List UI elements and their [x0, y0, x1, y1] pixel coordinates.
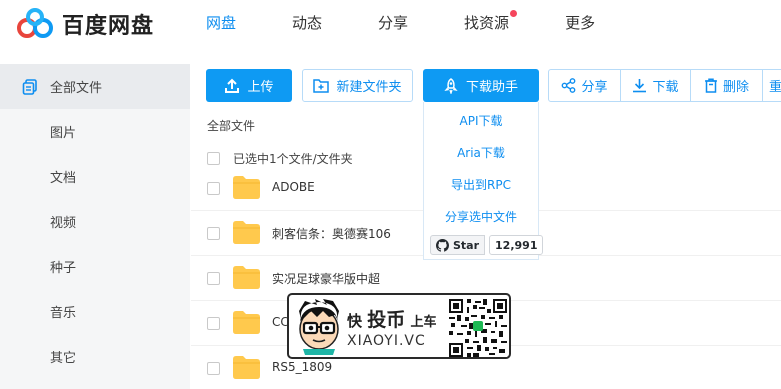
share-icon [562, 78, 576, 93]
folder-icon [233, 356, 260, 379]
app-title: 百度网盘 [62, 14, 155, 39]
sidebar: 全部文件 图片 文档 视频 种子 音乐 其它 [0, 64, 190, 389]
row-checkbox[interactable] [207, 272, 220, 285]
row-checkbox[interactable] [207, 317, 220, 330]
rocket-icon [444, 77, 458, 94]
nav-item-feed[interactable]: 动态 [292, 0, 322, 48]
sidebar-item-label: 视频 [50, 216, 77, 231]
sidebar-item-label: 音乐 [50, 306, 77, 321]
share-label: 分享 [581, 80, 608, 95]
main-nav: 网盘 动态 分享 找资源 更多 [206, 0, 651, 48]
menu-item-api-download[interactable]: API下载 [424, 112, 538, 129]
watermark-slogan-c: 上车 [410, 315, 437, 330]
folder-icon [233, 266, 260, 289]
watermark-site: XIAOYI.VC [347, 333, 426, 349]
github-star-label: Star [453, 238, 480, 252]
delete-button[interactable]: 删除 [691, 70, 763, 101]
list-header: 已选中1个文件/文件夹 [207, 148, 353, 168]
upload-icon [225, 78, 240, 93]
breadcrumb[interactable]: 全部文件 [207, 117, 255, 134]
download-button[interactable]: 下载 [621, 70, 691, 101]
watermark-slogan-b: 投币 [367, 309, 406, 331]
upload-button[interactable]: 上传 [206, 69, 292, 102]
folder-icon [233, 221, 260, 244]
notification-dot [510, 10, 518, 17]
delete-label: 删除 [722, 80, 749, 95]
file-name[interactable]: 实况足球豪华版中超 [272, 270, 380, 287]
sidebar-item-label: 文档 [50, 171, 77, 186]
select-all-checkbox[interactable] [207, 151, 220, 165]
watermark-slogan-a: 快 [347, 312, 363, 330]
file-name[interactable]: RS5_1809 [272, 360, 332, 374]
sidebar-item-label: 其它 [50, 351, 77, 366]
selection-status: 已选中1个文件/文件夹 [233, 151, 353, 166]
more-actions-label: 重 [769, 80, 781, 95]
github-star-count[interactable]: 12,991 [489, 235, 544, 255]
nav-item-label: 找资源 [464, 14, 510, 32]
file-action-group: 分享 下载 删除 重 [548, 69, 781, 102]
download-label: 下载 [652, 80, 679, 95]
menu-item-aria-download[interactable]: Aria下载 [424, 144, 538, 161]
download-helper-menu: API下载 Aria下载 导出到RPC 分享选中文件 Star 12,991 [423, 102, 544, 260]
share-button[interactable]: 分享 [549, 70, 621, 101]
download-icon [633, 79, 647, 93]
sidebar-item-torrents[interactable]: 种子 [0, 244, 190, 289]
folder-icon [233, 311, 260, 334]
nav-item-pan[interactable]: 网盘 [206, 0, 236, 48]
sidebar-item-label: 全部文件 [50, 81, 103, 96]
sidebar-item-label: 图片 [50, 126, 77, 141]
row-checkbox[interactable] [207, 227, 220, 240]
files-icon [22, 79, 37, 95]
menu-item-share-selected[interactable]: 分享选中文件 [424, 208, 538, 225]
watermark-slogan: 快 投币 上车 [347, 305, 437, 332]
watermark-card: 快 投币 上车 XIAOYI.VC [287, 293, 511, 359]
sidebar-item-images[interactable]: 图片 [0, 109, 190, 154]
nav-item-more[interactable]: 更多 [565, 0, 595, 48]
more-actions-button[interactable]: 重 [763, 70, 781, 101]
sidebar-item-all-files[interactable]: 全部文件 [0, 64, 190, 109]
sidebar-item-videos[interactable]: 视频 [0, 199, 190, 244]
file-name[interactable]: ADOBE [272, 180, 315, 194]
github-star-button[interactable]: Star [430, 235, 486, 255]
row-checkbox[interactable] [207, 362, 220, 375]
sidebar-item-other[interactable]: 其它 [0, 334, 190, 379]
file-name[interactable]: 刺客信条：奥德赛106 [272, 225, 391, 242]
new-folder-label: 新建文件夹 [336, 80, 402, 95]
sidebar-item-documents[interactable]: 文档 [0, 154, 190, 199]
menu-item-export-rpc[interactable]: 导出到RPC [424, 176, 538, 193]
nav-item-find-resources[interactable]: 找资源 [464, 0, 518, 48]
new-folder-button[interactable]: 新建文件夹 [302, 69, 413, 102]
github-icon [436, 238, 449, 252]
github-star-widget: Star 12,991 [430, 235, 544, 255]
folder-icon [233, 176, 260, 199]
download-helper-button[interactable]: 下载助手 [423, 69, 539, 102]
upload-label: 上传 [247, 80, 274, 95]
qr-code-icon [449, 299, 507, 357]
sidebar-item-music[interactable]: 音乐 [0, 289, 190, 334]
new-folder-icon [313, 79, 330, 93]
row-checkbox[interactable] [207, 182, 220, 195]
app-logo[interactable]: 百度网盘 [16, 7, 154, 41]
top-header: 百度网盘 网盘 动态 分享 找资源 更多 [0, 0, 781, 48]
sidebar-item-label: 种子 [50, 261, 77, 276]
trash-icon [704, 78, 717, 93]
nav-item-share[interactable]: 分享 [378, 0, 408, 48]
download-helper-label: 下载助手 [465, 80, 518, 95]
baidu-pan-logo-icon [17, 8, 53, 38]
cartoon-avatar-icon [299, 299, 339, 355]
